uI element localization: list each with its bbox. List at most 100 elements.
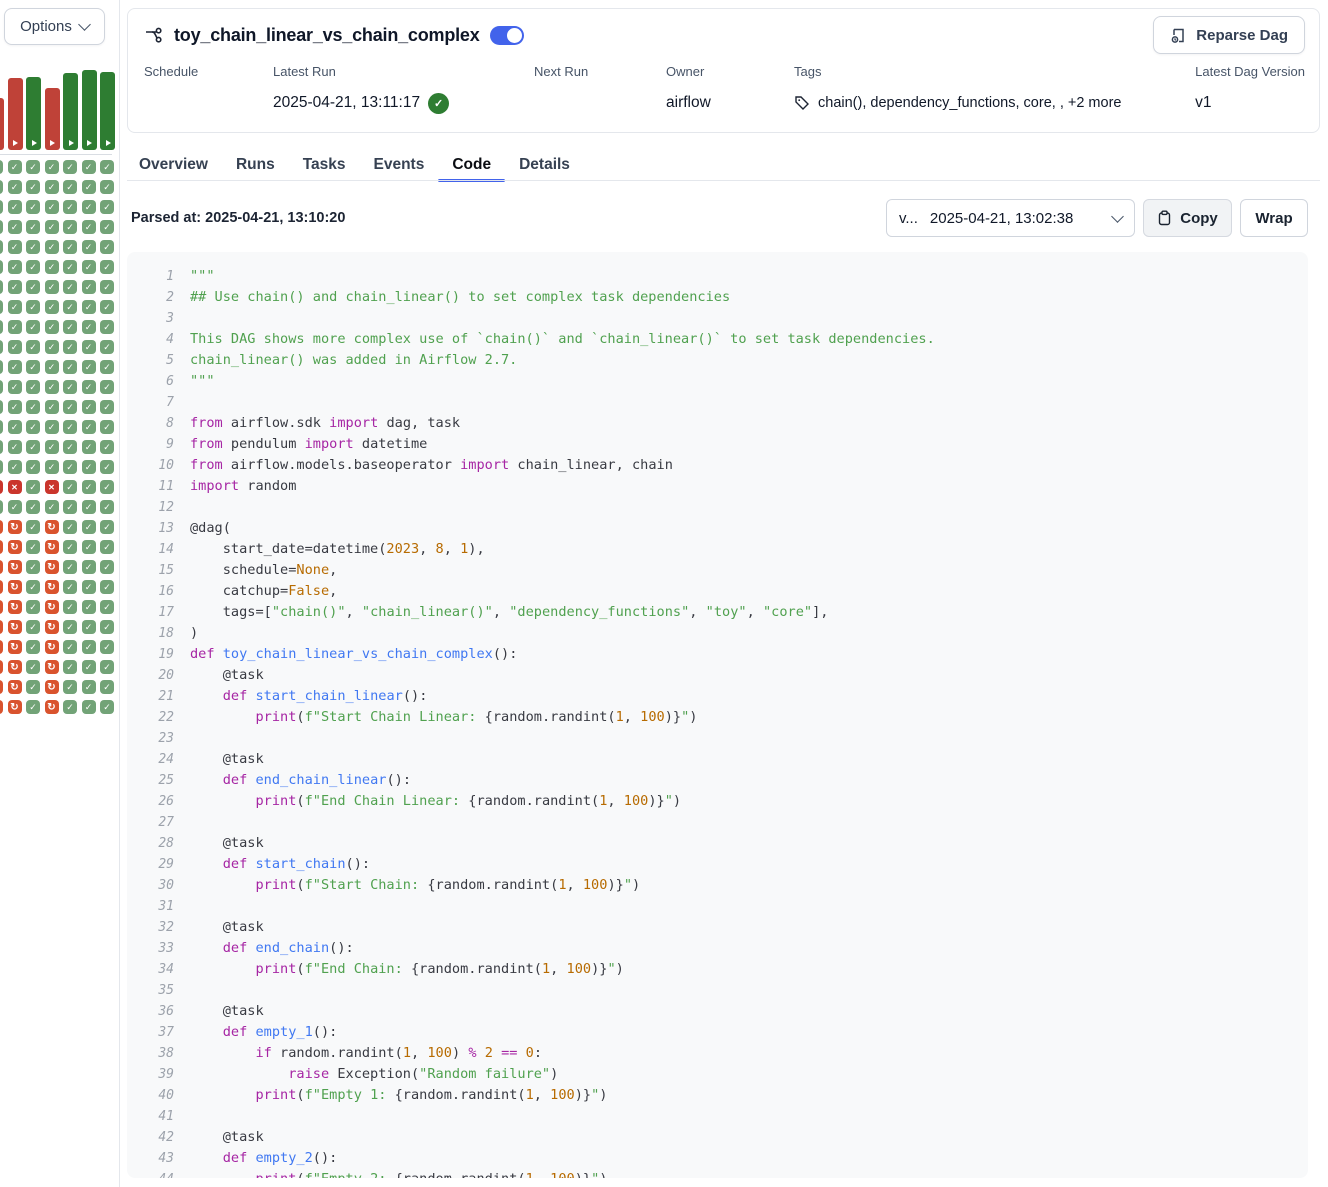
task-instance-cell-up_for_retry[interactable]: ↻: [8, 660, 22, 674]
task-instance-cell-success[interactable]: ✓: [82, 580, 96, 594]
task-instance-cell-success[interactable]: ✓: [26, 260, 40, 274]
task-instance-cell-up_for_retry[interactable]: ↻: [0, 680, 3, 694]
task-instance-cell-success[interactable]: ✓: [0, 380, 3, 394]
dag-run-bar[interactable]: [8, 78, 23, 150]
task-instance-cell-success[interactable]: ✓: [82, 500, 96, 514]
task-instance-cell-up_for_retry[interactable]: ↻: [45, 560, 59, 574]
tab-details[interactable]: Details: [505, 148, 584, 181]
task-instance-cell-success[interactable]: ✓: [26, 680, 40, 694]
task-instance-cell-success[interactable]: ✓: [26, 440, 40, 454]
task-instance-cell-success[interactable]: ✓: [100, 220, 114, 234]
task-instance-cell-success[interactable]: ✓: [82, 340, 96, 354]
task-instance-cell-success[interactable]: ✓: [63, 380, 77, 394]
task-instance-cell-success[interactable]: ✓: [26, 420, 40, 434]
task-instance-cell-up_for_retry[interactable]: ↻: [8, 600, 22, 614]
task-instance-cell-success[interactable]: ✓: [26, 220, 40, 234]
task-instance-cell-success[interactable]: ✓: [0, 340, 3, 354]
task-instance-cell-success[interactable]: ✓: [8, 400, 22, 414]
task-instance-cell-success[interactable]: ✓: [82, 680, 96, 694]
task-instance-cell-success[interactable]: ✓: [100, 400, 114, 414]
copy-button[interactable]: Copy: [1143, 199, 1232, 237]
task-instance-cell-success[interactable]: ✓: [82, 180, 96, 194]
task-instance-cell-success[interactable]: ✓: [82, 200, 96, 214]
task-instance-cell-success[interactable]: ✓: [63, 360, 77, 374]
task-instance-cell-success[interactable]: ✓: [63, 320, 77, 334]
task-instance-cell-success[interactable]: ✓: [100, 260, 114, 274]
wrap-button[interactable]: Wrap: [1240, 199, 1308, 237]
task-instance-cell-up_for_retry[interactable]: ↻: [0, 600, 3, 614]
task-instance-cell-up_for_retry[interactable]: ↻: [45, 620, 59, 634]
run-success-badge[interactable]: ✓: [428, 93, 449, 114]
task-instance-cell-success[interactable]: ✓: [0, 460, 3, 474]
task-instance-cell-success[interactable]: ✓: [8, 340, 22, 354]
task-instance-cell-success[interactable]: ✓: [26, 340, 40, 354]
task-instance-cell-success[interactable]: ✓: [8, 280, 22, 294]
task-instance-cell-success[interactable]: ✓: [82, 220, 96, 234]
task-instance-cell-success[interactable]: ✓: [26, 160, 40, 174]
task-instance-cell-up_for_retry[interactable]: ↻: [8, 620, 22, 634]
dag-run-bar[interactable]: [100, 72, 115, 150]
task-instance-cell-success[interactable]: ✓: [82, 320, 96, 334]
dag-run-bar[interactable]: [45, 88, 60, 150]
task-instance-cell-success[interactable]: ✓: [100, 280, 114, 294]
task-instance-cell-success[interactable]: ✓: [100, 520, 114, 534]
task-instance-cell-success[interactable]: ✓: [8, 380, 22, 394]
task-instance-cell-success[interactable]: ✓: [26, 600, 40, 614]
task-instance-cell-success[interactable]: ✓: [63, 520, 77, 534]
task-instance-cell-up_for_retry[interactable]: ↻: [0, 640, 3, 654]
task-instance-cell-success[interactable]: ✓: [26, 520, 40, 534]
task-instance-cell-success[interactable]: ✓: [82, 240, 96, 254]
task-instance-cell-up_for_retry[interactable]: ↻: [0, 580, 3, 594]
task-instance-cell-success[interactable]: ✓: [45, 320, 59, 334]
task-instance-cell-success[interactable]: ✓: [100, 620, 114, 634]
task-instance-cell-up_for_retry[interactable]: ↻: [0, 660, 3, 674]
task-instance-cell-success[interactable]: ✓: [63, 500, 77, 514]
tab-code[interactable]: Code: [438, 148, 505, 181]
dag-run-bar[interactable]: [26, 77, 41, 150]
task-instance-cell-success[interactable]: ✓: [26, 480, 40, 494]
task-instance-cell-success[interactable]: ✓: [0, 220, 3, 234]
task-instance-cell-success[interactable]: ✓: [0, 400, 3, 414]
task-instance-cell-success[interactable]: ✓: [82, 560, 96, 574]
task-instance-cell-success[interactable]: ✓: [26, 500, 40, 514]
task-instance-cell-success[interactable]: ✓: [8, 360, 22, 374]
task-instance-cell-success[interactable]: ✓: [45, 360, 59, 374]
task-instance-cell-success[interactable]: ✓: [82, 460, 96, 474]
task-instance-cell-success[interactable]: ✓: [45, 200, 59, 214]
task-instance-cell-up_for_retry[interactable]: ↻: [45, 680, 59, 694]
task-instance-cell-success[interactable]: ✓: [63, 480, 77, 494]
task-instance-cell-success[interactable]: ✓: [100, 340, 114, 354]
task-instance-cell-success[interactable]: ✓: [63, 180, 77, 194]
task-instance-cell-success[interactable]: ✓: [82, 600, 96, 614]
task-instance-cell-success[interactable]: ✓: [100, 300, 114, 314]
task-instance-cell-success[interactable]: ✓: [82, 640, 96, 654]
task-instance-cell-success[interactable]: ✓: [26, 400, 40, 414]
task-instance-cell-success[interactable]: ✓: [0, 200, 3, 214]
task-instance-cell-success[interactable]: ✓: [82, 620, 96, 634]
task-instance-cell-success[interactable]: ✓: [63, 600, 77, 614]
task-instance-cell-success[interactable]: ✓: [63, 540, 77, 554]
tab-runs[interactable]: Runs: [222, 148, 289, 181]
task-instance-cell-success[interactable]: ✓: [100, 320, 114, 334]
task-instance-cell-success[interactable]: ✓: [82, 520, 96, 534]
task-instance-cell-up_for_retry[interactable]: ↻: [45, 700, 59, 714]
task-instance-cell-success[interactable]: ✓: [0, 300, 3, 314]
task-instance-cell-success[interactable]: ✓: [63, 440, 77, 454]
task-instance-cell-success[interactable]: ✓: [0, 260, 3, 274]
task-instance-cell-up_for_retry[interactable]: ↻: [8, 640, 22, 654]
task-instance-cell-success[interactable]: ✓: [45, 400, 59, 414]
task-instance-cell-success[interactable]: ✓: [26, 460, 40, 474]
dag-pause-toggle[interactable]: [490, 26, 524, 45]
task-instance-cell-success[interactable]: ✓: [0, 320, 3, 334]
task-instance-cell-success[interactable]: ✓: [8, 200, 22, 214]
task-instance-cell-success[interactable]: ✓: [100, 160, 114, 174]
dag-version-select[interactable]: v... 2025-04-21, 13:02:38: [886, 199, 1135, 237]
task-instance-cell-success[interactable]: ✓: [0, 500, 3, 514]
task-instance-cell-success[interactable]: ✓: [100, 480, 114, 494]
task-instance-cell-success[interactable]: ✓: [82, 660, 96, 674]
task-instance-cell-success[interactable]: ✓: [63, 280, 77, 294]
task-instance-cell-success[interactable]: ✓: [100, 420, 114, 434]
task-instance-cell-success[interactable]: ✓: [82, 440, 96, 454]
task-instance-cell-success[interactable]: ✓: [0, 440, 3, 454]
task-instance-cell-success[interactable]: ✓: [45, 160, 59, 174]
